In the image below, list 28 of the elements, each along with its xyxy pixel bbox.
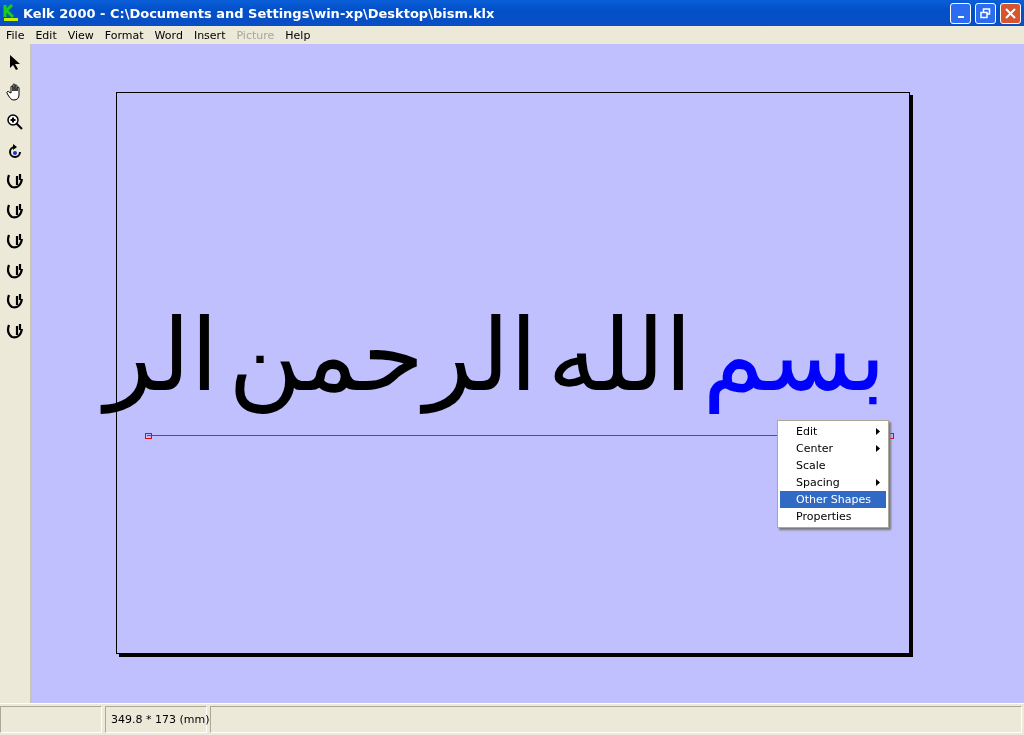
- menu-item[interactable]: Help: [279, 28, 316, 42]
- menu-item[interactable]: Insert: [187, 28, 231, 42]
- close-button[interactable]: [1000, 2, 1021, 24]
- minimize-icon: [957, 16, 964, 18]
- menu-item[interactable]: View: [61, 28, 99, 42]
- context-menu-item[interactable]: Spacing: [780, 474, 886, 491]
- menu-item[interactable]: Word: [148, 28, 188, 42]
- zoom-in-icon: [6, 113, 24, 131]
- dimensions-status: 349.8 * 173 (mm): [105, 706, 207, 733]
- close-icon: [1005, 7, 1016, 19]
- pointer-icon: [9, 54, 21, 70]
- context-menu-item[interactable]: Scale: [780, 457, 886, 474]
- restore-icon: [980, 7, 991, 19]
- context-menu-item[interactable]: Other Shapes: [780, 491, 886, 508]
- menu-item[interactable]: Edit: [29, 28, 62, 42]
- minimize-button[interactable]: [950, 2, 971, 24]
- menu-item[interactable]: File: [0, 28, 30, 42]
- calligraphy-word[interactable]: الله: [547, 276, 693, 436]
- restore-button[interactable]: [975, 2, 996, 24]
- baseline-handle[interactable]: [145, 433, 152, 439]
- calligraphy-word[interactable]: الرحمن: [228, 276, 538, 436]
- rotate-icon: [8, 144, 22, 160]
- context-menu-item[interactable]: Edit: [780, 423, 886, 440]
- window-title: Kelk 2000 - C:\Documents and Settings\win-xp\Desktop\bism.klx: [23, 5, 496, 21]
- menu-item[interactable]: Format: [98, 28, 149, 42]
- context-menu-item[interactable]: Properties: [780, 508, 886, 525]
- app-logo-icon: [3, 4, 19, 22]
- context-menu-item[interactable]: Center: [780, 440, 886, 457]
